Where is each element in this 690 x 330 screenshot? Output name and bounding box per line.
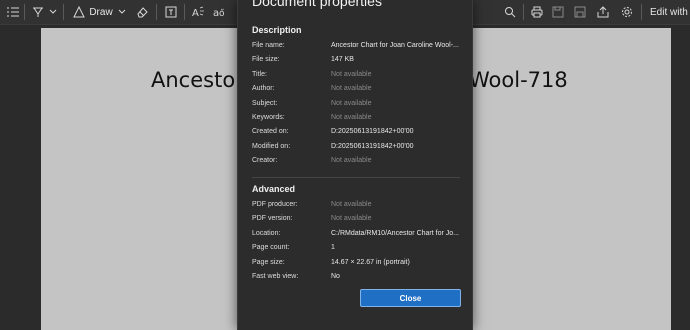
- svg-text:A: A: [192, 8, 199, 18]
- settings-icon[interactable]: [620, 4, 634, 20]
- property-label: Subject:: [252, 99, 278, 107]
- chevron-down-icon[interactable]: [48, 4, 58, 20]
- property-row: PDF producer: Not available: [252, 199, 462, 211]
- save-as-icon[interactable]: [573, 4, 587, 20]
- dialog-title: Document properties: [252, 0, 382, 9]
- property-row: File name: Ancestor Chart for Joan Caroli…: [252, 40, 462, 52]
- description-heading: Description: [252, 25, 302, 35]
- property-row: Creator: Not available: [252, 155, 462, 167]
- save-icon[interactable]: [551, 4, 565, 20]
- read-aloud-icon[interactable]: A: [191, 4, 205, 20]
- property-row: Author: Not available: [252, 83, 462, 95]
- close-button[interactable]: Close: [360, 289, 461, 307]
- property-row: Modified on: D:20250613191842+00'00: [252, 141, 462, 153]
- property-row: Subject: Not available: [252, 98, 462, 110]
- document-properties-dialog: Document properties Description Advanced…: [237, 0, 473, 330]
- property-value: Not available: [331, 85, 372, 93]
- property-label: Author:: [252, 85, 275, 93]
- property-value: D:20250613191842+00'00: [331, 128, 414, 136]
- property-label: Modified on:: [252, 142, 291, 150]
- property-row: Keywords: Not available: [252, 112, 462, 124]
- property-value: Not available: [331, 114, 372, 121]
- property-value: 147 KB: [331, 56, 354, 64]
- property-value: Ancestor Chart for Joan Caroline Wool-..…: [331, 42, 459, 49]
- property-value: No: [331, 273, 340, 280]
- property-row: Fast web view: No: [252, 271, 462, 283]
- property-value: Not available: [331, 70, 372, 78]
- property-label: PDF producer:: [252, 201, 298, 208]
- property-label: Created on:: [252, 128, 289, 136]
- property-value: 14.67 × 22.67 in (portrait): [331, 258, 410, 266]
- property-row: Created on: D:20250613191842+00'00: [252, 126, 462, 138]
- page-title-text: Ancestor: [151, 68, 244, 92]
- translate-icon[interactable]: aő: [212, 4, 226, 20]
- property-label: Page size:: [252, 258, 285, 266]
- print-icon[interactable]: [530, 4, 544, 20]
- property-value: 1: [331, 244, 335, 252]
- highlight-icon[interactable]: [31, 4, 45, 20]
- property-label: File name:: [252, 42, 285, 49]
- property-value: Not available: [331, 99, 372, 107]
- property-value: C:/RMdata/RM10/Ancestor Chart for Jo...: [331, 229, 459, 237]
- search-icon[interactable]: [503, 4, 517, 20]
- property-row: Location: C:/RMdata/RM10/Ancestor Chart f…: [252, 228, 462, 240]
- svg-text:ő: ő: [219, 9, 225, 18]
- chevron-down-icon[interactable]: [117, 4, 127, 20]
- eraser-icon[interactable]: [135, 4, 149, 20]
- draw-button[interactable]: Draw: [89, 4, 112, 20]
- property-row: Page count: 1: [252, 242, 462, 254]
- advanced-heading: Advanced: [252, 184, 296, 194]
- edit-with-acrobat-button[interactable]: Edit with A: [650, 4, 690, 20]
- property-label: Title:: [252, 70, 267, 78]
- property-label: PDF version:: [252, 215, 293, 223]
- property-value: Not available: [331, 215, 372, 223]
- page-title-text: Wool-718: [469, 68, 568, 92]
- property-label: Fast web view:: [252, 273, 299, 280]
- property-label: Page count:: [252, 244, 290, 252]
- property-label: Location:: [252, 229, 281, 237]
- property-label: Keywords:: [252, 114, 285, 121]
- property-label: File size:: [252, 56, 280, 64]
- property-row: Title: Not available: [252, 69, 462, 81]
- property-value: Not available: [331, 201, 372, 208]
- draw-icon[interactable]: [71, 4, 87, 20]
- property-row: PDF version: Not available: [252, 213, 462, 225]
- property-value: D:20250613191842+00'00: [331, 142, 414, 150]
- section-divider: [252, 177, 460, 178]
- property-value: Not available: [331, 157, 372, 165]
- share-icon[interactable]: [596, 4, 610, 20]
- property-row: Page size: 14.67 × 22.67 in (portrait): [252, 257, 462, 269]
- property-label: Creator:: [252, 157, 278, 165]
- property-row: File size: 147 KB: [252, 54, 462, 66]
- contents-icon[interactable]: [6, 4, 20, 20]
- text-box-icon[interactable]: [164, 4, 178, 20]
